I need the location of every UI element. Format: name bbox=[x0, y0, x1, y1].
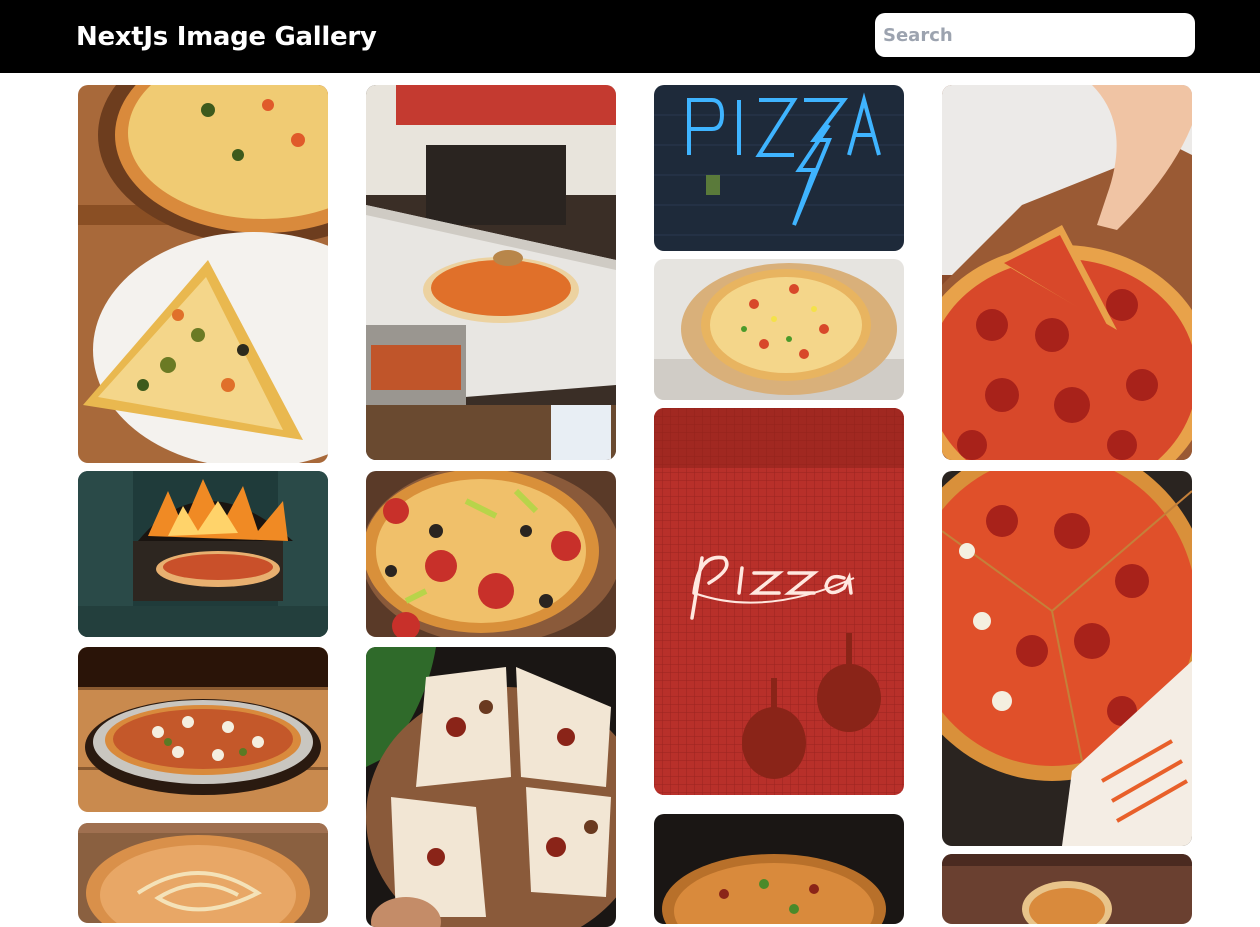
tomato-olive-pizza-image[interactable] bbox=[366, 471, 616, 637]
red-neon-pizza-sign-image[interactable] bbox=[654, 408, 904, 795]
image-gallery bbox=[0, 0, 1260, 927]
sliced-pizza-on-board-image[interactable] bbox=[366, 647, 616, 927]
pizza-on-wooden-table-image[interactable] bbox=[942, 854, 1192, 924]
pizza-on-wooden-board-image[interactable] bbox=[654, 259, 904, 400]
pizza-with-sauce-swirl-image[interactable] bbox=[78, 823, 328, 923]
pepperoni-pizza-with-paper-image[interactable] bbox=[942, 471, 1192, 846]
egg-topped-pizza-image[interactable] bbox=[78, 647, 328, 812]
pizza-slice-on-plate-image[interactable] bbox=[78, 85, 328, 463]
blue-neon-pizza-sign-image[interactable] bbox=[654, 85, 904, 251]
chef-spreading-sauce-image[interactable] bbox=[366, 85, 616, 460]
hand-lifting-pepperoni-slice-image[interactable] bbox=[942, 85, 1192, 460]
dark-pizza-topdown-image[interactable] bbox=[654, 814, 904, 924]
wood-fired-oven-pizza-image[interactable] bbox=[78, 471, 328, 637]
